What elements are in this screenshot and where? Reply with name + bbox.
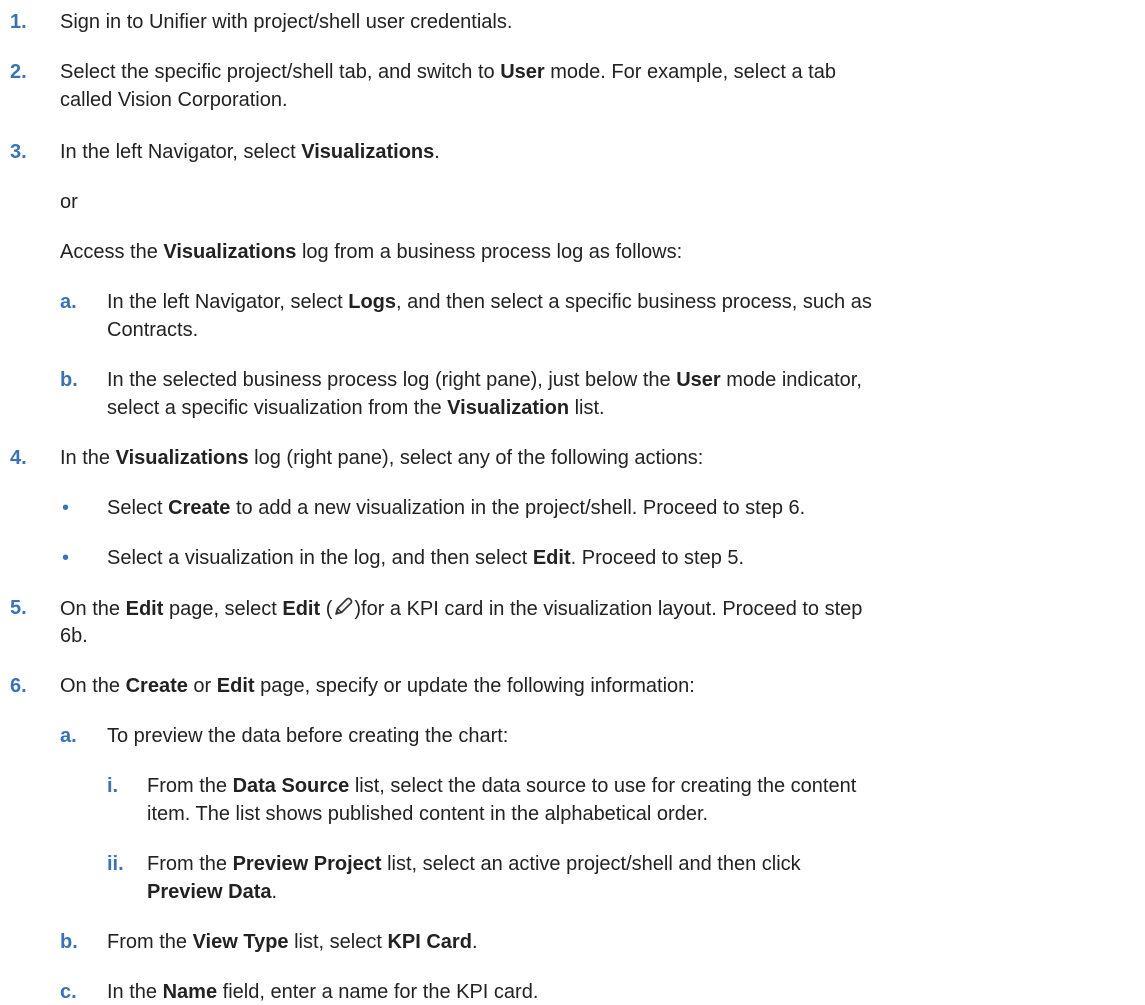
substep-roman: i.: [107, 775, 119, 797]
step-text: 6b.: [60, 625, 88, 647]
step-number: 5.: [10, 597, 27, 619]
step-number: 1.: [10, 11, 27, 33]
substep-text: select a specific visualization from the…: [107, 397, 605, 419]
substep-letter: c.: [60, 981, 77, 1003]
substep-text: In the selected business process log (ri…: [107, 369, 862, 391]
substep-letter: b.: [60, 369, 78, 391]
or-text: or: [60, 191, 78, 213]
pencil-icon: [335, 597, 353, 615]
step-text: Access the Visualizations log from a bus…: [60, 241, 683, 263]
step-text: In the Visualizations log (right pane), …: [60, 447, 704, 469]
bullet-text: Select a visualization in the log, and t…: [107, 547, 745, 569]
step-text: called Vision Corporation.: [60, 89, 288, 111]
substep-letter: a.: [60, 725, 77, 747]
substep-text: Preview Data.: [147, 881, 278, 903]
substep-letter: b.: [60, 931, 78, 953]
step-number: 3.: [10, 141, 27, 163]
substep-text: From the View Type list, select KPI Card…: [107, 931, 478, 953]
substep-text: From the Preview Project list, select an…: [147, 853, 801, 875]
substep-text: item. The list shows published content i…: [147, 803, 709, 825]
step-text: Select the specific project/shell tab, a…: [60, 61, 836, 83]
substep-text: To preview the data before creating the …: [107, 725, 509, 747]
step-text: In the left Navigator, select Visualizat…: [60, 141, 440, 163]
step-number: 2.: [10, 61, 27, 83]
bullet-text: Select Create to add a new visualization…: [107, 497, 806, 519]
substep-text: From the Data Source list, select the da…: [147, 775, 857, 797]
substep-text: In the left Navigator, select Logs, and …: [107, 291, 872, 313]
substep-letter: a.: [60, 291, 77, 313]
step-text: On the Create or Edit page, specify or u…: [60, 675, 695, 697]
substep-roman: ii.: [107, 853, 124, 875]
step-number: 6.: [10, 675, 27, 697]
substep-text: In the Name field, enter a name for the …: [107, 981, 539, 1003]
step-text: Sign in to Unifier with project/shell us…: [60, 11, 513, 33]
step-text: On the Edit page, select Edit ()for a KP…: [60, 597, 863, 620]
bullet: •: [62, 497, 70, 519]
bullet: •: [62, 547, 70, 569]
substep-text: Contracts.: [107, 319, 199, 341]
step-number: 4.: [10, 447, 27, 469]
